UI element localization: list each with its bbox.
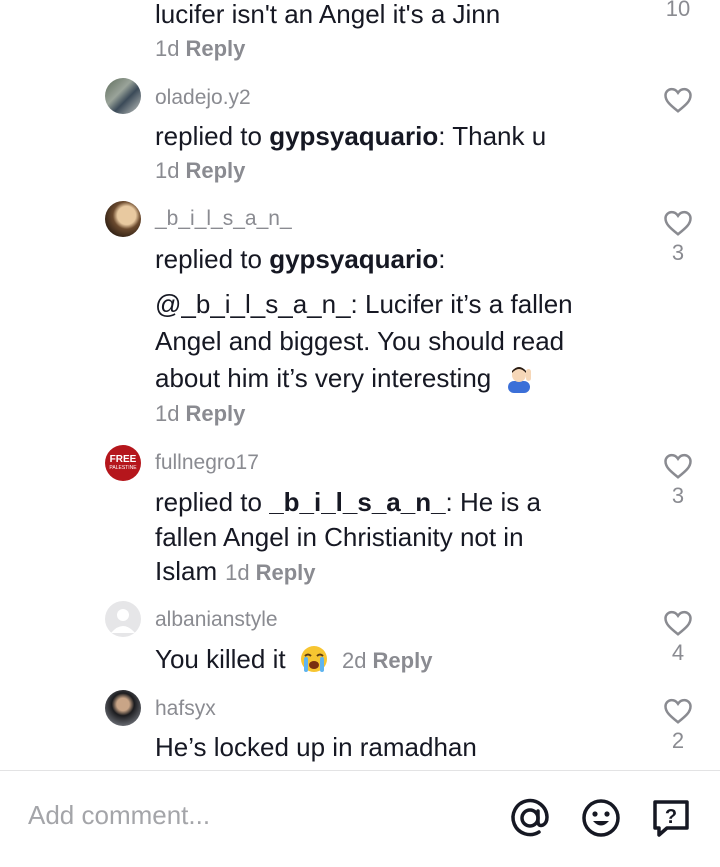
comment-username[interactable]: fullnegro17 xyxy=(155,451,259,475)
svg-text:?: ? xyxy=(665,806,677,828)
composer-divider xyxy=(0,770,720,771)
question-box-icon[interactable]: ? xyxy=(650,797,692,839)
comment-text: He’s locked up in ramadhan xyxy=(155,732,477,762)
avatar[interactable] xyxy=(105,601,141,637)
comment-text: lucifer isn't an Angel it's a Jinn xyxy=(155,0,501,29)
comment-username[interactable]: hafsyx xyxy=(155,697,216,721)
like-count: 3 xyxy=(671,483,685,508)
comment-text: replied to _b_i_l_s_a_n_: He is a xyxy=(155,487,541,517)
comment-time: 1d xyxy=(155,158,180,183)
comment-body-line: Angel and biggest. You should read xyxy=(155,326,565,356)
like-count: 4 xyxy=(671,640,685,665)
comment-username[interactable]: oladejo.y2 xyxy=(155,86,251,110)
comment-meta: 1d Reply xyxy=(155,36,245,62)
comment-time: 1d xyxy=(225,560,250,585)
avatar[interactable] xyxy=(105,690,141,726)
comment-username[interactable]: _b_i_l_s_a_n_ xyxy=(155,207,292,231)
heart-outline-icon[interactable] xyxy=(663,209,693,237)
at-sign-icon[interactable] xyxy=(509,797,551,839)
comment-time: 1d xyxy=(155,36,180,61)
loudly-crying-face-emoji-icon xyxy=(300,646,327,672)
comment-text: replied to gypsyaquario: xyxy=(155,244,446,274)
mention-link[interactable]: gypsyaquario xyxy=(269,244,438,274)
heart-outline-icon[interactable] xyxy=(663,86,693,114)
comment-time: 2d xyxy=(342,648,367,673)
person-tipping-hand-emoji-icon xyxy=(508,367,532,393)
add-comment-input[interactable]: Add comment... xyxy=(28,800,210,831)
heart-outline-icon[interactable] xyxy=(663,697,693,725)
reply-button[interactable]: Reply xyxy=(185,36,245,61)
comment-body-line: fallen Angel in Christianity not in xyxy=(155,522,524,552)
avatar[interactable] xyxy=(105,78,141,114)
comment-body-line: about him it’s very interesting xyxy=(155,360,534,396)
default-avatar-icon xyxy=(111,609,135,633)
comment-body-line: Islam 1d Reply xyxy=(155,556,316,586)
reply-button[interactable]: Reply xyxy=(185,401,245,426)
like-count: 10 xyxy=(665,0,691,21)
comment-username[interactable]: albanianstyle xyxy=(155,608,278,632)
avatar[interactable] xyxy=(105,201,141,237)
reply-button[interactable]: Reply xyxy=(373,648,433,673)
mention-link[interactable]: gypsyaquario xyxy=(269,121,438,151)
comment-text: replied to gypsyaquario: Thank u xyxy=(155,121,547,151)
comment-text: You killed it 2d Reply xyxy=(155,644,433,674)
reply-button[interactable]: Reply xyxy=(185,158,245,183)
comment-time: 1d xyxy=(155,401,180,426)
heart-outline-icon[interactable] xyxy=(663,609,693,637)
comment-body-line: @_b_i_l_s_a_n_: Lucifer it’s a fallen xyxy=(155,289,573,319)
mention-link[interactable]: _b_i_l_s_a_n_ xyxy=(269,487,445,517)
like-count: 2 xyxy=(671,728,685,753)
smiley-icon[interactable] xyxy=(580,797,622,839)
comment-meta: 1d Reply xyxy=(155,158,245,184)
like-count: 3 xyxy=(671,240,685,265)
avatar[interactable]: FREE PALESTINE xyxy=(105,445,141,481)
avatar-subtext: PALESTINE xyxy=(109,465,137,471)
avatar-text: FREE xyxy=(109,454,137,465)
reply-button[interactable]: Reply xyxy=(256,560,316,585)
comment-meta: 1d Reply xyxy=(155,401,245,427)
heart-outline-icon[interactable] xyxy=(663,452,693,480)
